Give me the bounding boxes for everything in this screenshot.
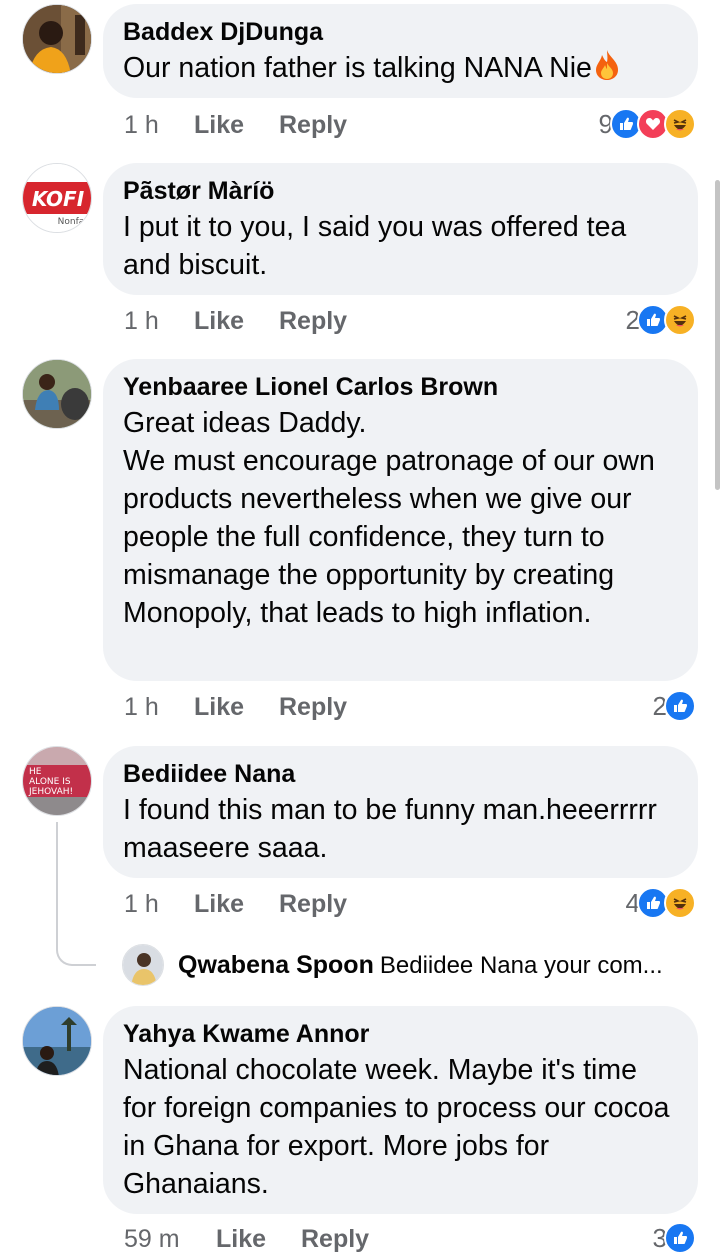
scrollbar[interactable] [715,180,720,490]
comment-actions: 1 h Like Reply [124,306,347,336]
avatar-banner-text: ALONE IS [29,777,71,787]
like-reaction-icon [664,690,696,722]
haha-reaction-icon [664,108,696,140]
reaction-summary[interactable]: 2 [653,690,696,722]
comment-time[interactable]: 1 h [124,307,194,336]
comment-text: I found this man to be funny man.heeerrr… [123,794,657,864]
comment-author[interactable]: Bediidee Nana [123,758,678,790]
comment-author[interactable]: Baddex DjDunga [123,16,678,48]
comment-text: Great ideas Daddy. We must encourage pat… [123,407,655,629]
fire-icon [592,49,622,91]
comment-actions: 1 h Like Reply [124,692,347,722]
like-button[interactable]: Like [194,307,279,336]
avatar-banner-text: JEHOVAH! [28,787,73,797]
comment-actions: 1 h Like Reply [124,110,347,140]
comment-bubble: Yahya Kwame Annor National chocolate wee… [103,1006,698,1214]
like-button[interactable]: Like [216,1225,301,1254]
comment-actions: 1 h Like Reply [124,889,347,919]
comment-time[interactable]: 59 m [124,1225,216,1254]
comment-text: I put it to you, I said you was offered … [123,211,627,281]
haha-reaction-icon [664,887,696,919]
comment-text: Our nation father is talking NANA Nie [123,49,678,91]
comment-bubble: Bediidee Nana I found this man to be fun… [103,746,698,878]
reply-button[interactable]: Reply [279,111,347,140]
comment-author[interactable]: Yahya Kwame Annor [123,1018,678,1050]
reaction-summary[interactable]: 9 [599,108,696,140]
comment-bubble: Baddex DjDunga Our nation father is talk… [103,4,698,98]
comment-text: National chocolate week. Maybe it's time… [123,1054,670,1200]
avatar[interactable] [22,1006,92,1076]
avatar[interactable] [22,4,92,74]
reply-button[interactable]: Reply [279,890,347,919]
like-button[interactable]: Like [194,890,279,919]
reply-snippet: Bediidee Nana your com... [379,951,663,979]
reply-button[interactable]: Reply [279,693,347,722]
comment-time[interactable]: 1 h [124,693,194,722]
thread-connector [56,822,96,966]
reply-author[interactable]: Qwabena Spoon [178,951,374,979]
comment-author[interactable]: Yenbaaree Lionel Carlos Brown [123,371,678,403]
comment-bubble: Pãstør Màríö I put it to you, I said you… [103,163,698,295]
comment-actions: 59 m Like Reply [124,1224,369,1254]
avatar[interactable]: HE ALONE IS JEHOVAH! [22,746,92,816]
reply-preview[interactable]: Qwabena Spoon Bediidee Nana your com... [122,944,663,986]
reply-button[interactable]: Reply [301,1225,369,1254]
comment-time[interactable]: 1 h [124,111,194,140]
avatar-banner-text: HE [29,767,42,777]
avatar-badge-text: KOFI [32,187,85,211]
comment-time[interactable]: 1 h [124,890,194,919]
comment-bubble: Yenbaaree Lionel Carlos Brown Great idea… [103,359,698,681]
like-reaction-icon [664,1222,696,1254]
avatar[interactable]: KOFI Nonfa [22,163,92,233]
like-button[interactable]: Like [194,111,279,140]
comment-author[interactable]: Pãstør Màríö [123,175,678,207]
reaction-summary[interactable]: 3 [653,1222,696,1254]
reaction-summary[interactable]: 2 [626,304,696,336]
reply-preview-text: Qwabena Spoon Bediidee Nana your com... [178,951,663,980]
haha-reaction-icon [664,304,696,336]
avatar-subtext: Nonfa [58,217,85,227]
like-button[interactable]: Like [194,693,279,722]
reaction-summary[interactable]: 4 [626,887,696,919]
avatar[interactable] [122,944,164,986]
avatar[interactable] [22,359,92,429]
reply-button[interactable]: Reply [279,307,347,336]
